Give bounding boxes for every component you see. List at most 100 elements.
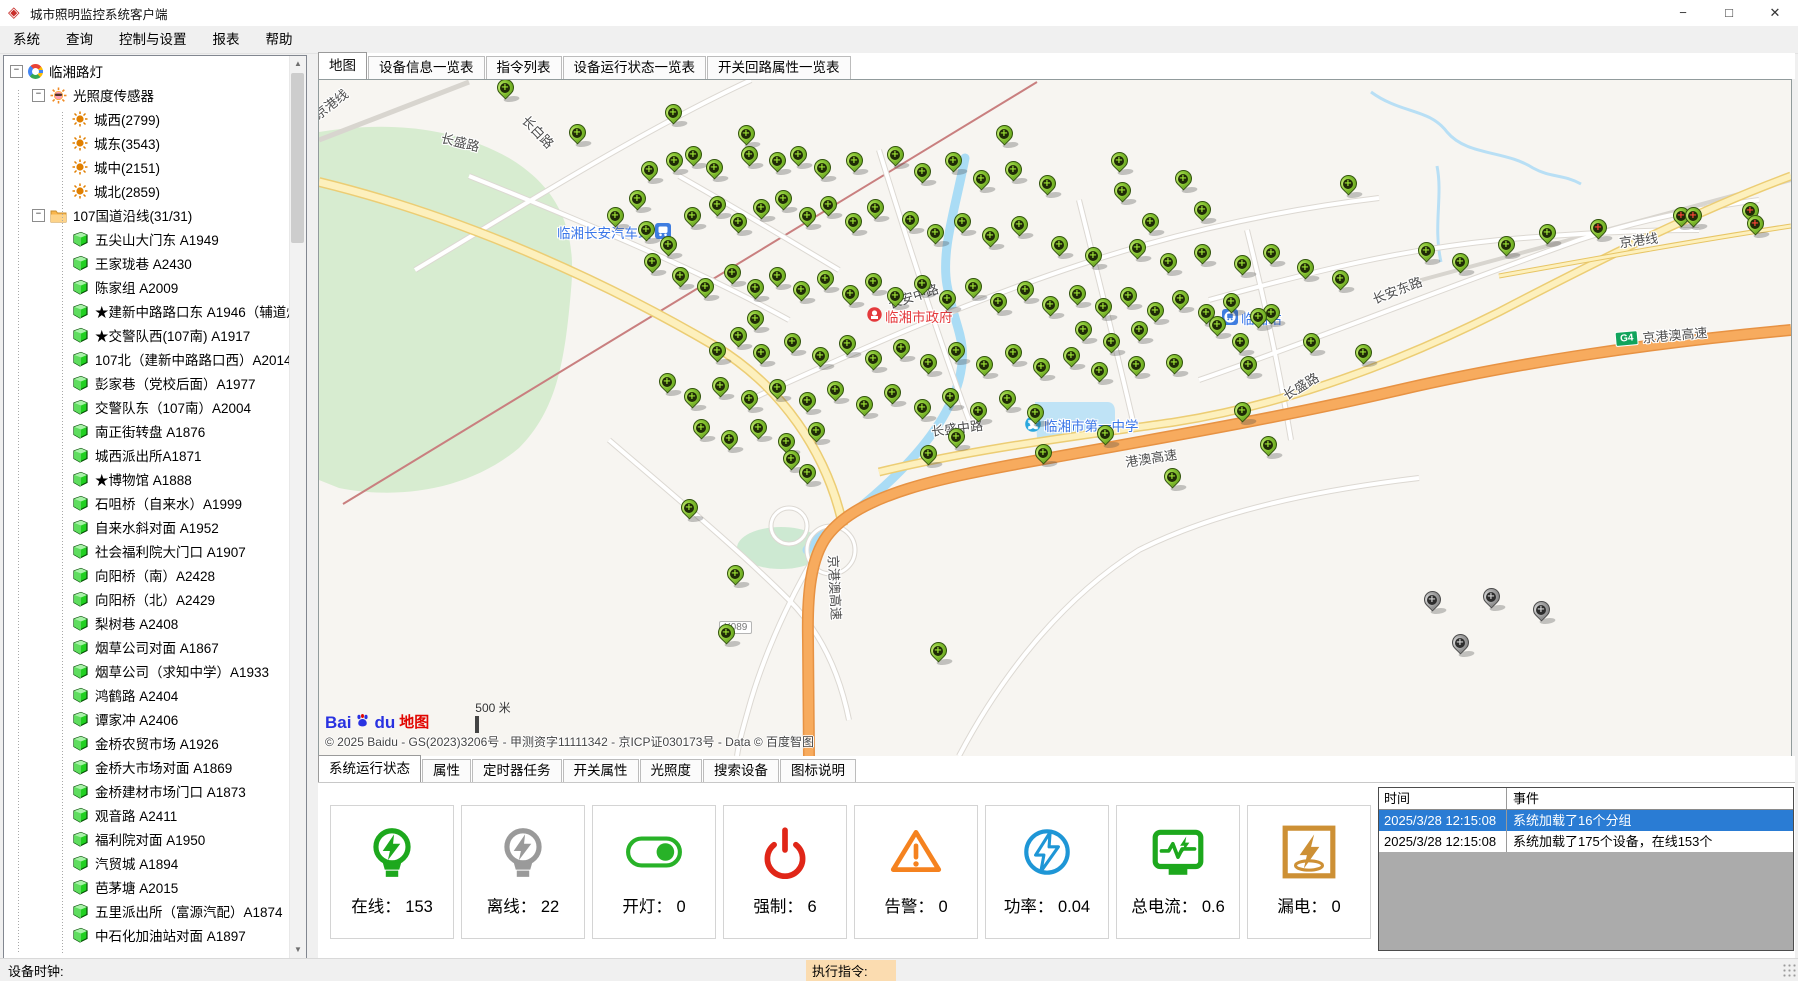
map-canvas[interactable]: 长盛路 长白路 京港线 长安中路 长安东路 长盛中路 长盛路 港澳高速 京港澳高… xyxy=(318,79,1792,757)
main-tab-1[interactable]: 设备信息一览表 xyxy=(368,56,485,79)
close-button[interactable]: ✕ xyxy=(1752,0,1798,26)
tree-leaf-0-2[interactable]: 城中(2151) xyxy=(4,155,290,179)
tree-leaf-1-26[interactable]: 汽贸城 A1894 xyxy=(4,851,290,875)
tree-leaf-1-12[interactable]: 自来水斜对面 A1952 xyxy=(4,515,290,539)
event-time: 2025/3/28 12:15:08 xyxy=(1379,810,1507,831)
tree-leaf-1-15[interactable]: 向阳桥（北）A2429 xyxy=(4,587,290,611)
marker-plus-icon: + xyxy=(973,406,983,416)
lamp-device-icon xyxy=(72,327,89,344)
tree-item-label: 向阳桥（南）A2428 xyxy=(95,565,215,585)
tree-leaf-1-14[interactable]: 向阳桥（南）A2428 xyxy=(4,563,290,587)
tree-leaf-1-21[interactable]: 金桥农贸市场 A1926 xyxy=(4,731,290,755)
scroll-up-arrow[interactable]: ▲ xyxy=(290,56,306,72)
tree-leaf-1-18[interactable]: 烟草公司（求知中学）A1933 xyxy=(4,659,290,683)
marker-plus-icon: + xyxy=(1306,337,1316,347)
tree-leaf-1-1[interactable]: 王家珑巷 A2430 xyxy=(4,251,290,275)
tree-leaf-1-0[interactable]: 五尖山大门东 A1949 xyxy=(4,227,290,251)
tree-leaf-1-7[interactable]: 交警队东（107南）A2004 xyxy=(4,395,290,419)
marker-plus-icon: + xyxy=(979,360,989,370)
main-tab-3[interactable]: 设备运行状态一览表 xyxy=(563,56,707,79)
tree-leaf-1-8[interactable]: 南正街转盘 A1876 xyxy=(4,419,290,443)
marker-plus-icon: + xyxy=(1486,592,1496,602)
tree-leaf-1-22[interactable]: 金桥大市场对面 A1869 xyxy=(4,755,290,779)
tree-leaf-1-17[interactable]: 烟草公司对面 A1867 xyxy=(4,635,290,659)
tree-root[interactable]: −临湘路灯 xyxy=(4,59,290,83)
tree-leaf-0-0[interactable]: 城西(2799) xyxy=(4,107,290,131)
event-log-col-time: 时间 xyxy=(1379,788,1507,809)
tree-leaf-1-10[interactable]: ★博物馆 A1888 xyxy=(4,467,290,491)
tree-leaf-1-9[interactable]: 城西派出所A1871 xyxy=(4,443,290,467)
bottom-tab-strip: 系统运行状态属性定时器任务开关属性光照度搜索设备图标说明 xyxy=(318,756,1795,782)
tree-leaf-0-3[interactable]: 城北(2859) xyxy=(4,179,290,203)
menu-item-2[interactable]: 控制与设置 xyxy=(106,26,200,53)
main-tab-2[interactable]: 指令列表 xyxy=(486,56,562,79)
main-tab-0[interactable]: 地图 xyxy=(318,52,367,79)
toggle-on-icon xyxy=(593,819,715,885)
bottom-tab-0[interactable]: 系统运行状态 xyxy=(318,755,421,782)
bottom-tab-6[interactable]: 图标说明 xyxy=(780,759,856,782)
scale-label: 500 米 xyxy=(475,699,510,716)
tree-group-1[interactable]: −107国道沿线(31/31) xyxy=(4,203,290,227)
tree-leaf-1-2[interactable]: 陈家组 A2009 xyxy=(4,275,290,299)
menu-item-1[interactable]: 查询 xyxy=(53,26,106,53)
main-tab-4[interactable]: 开关回路属性一览表 xyxy=(707,56,851,79)
event-log-table[interactable]: 时间事件2025/3/28 12:15:08系统加载了16个分组2025/3/2… xyxy=(1378,787,1794,951)
menu-item-4[interactable]: 帮助 xyxy=(253,26,306,53)
road-label-jinggangao-south: 京港澳高速 xyxy=(824,555,846,621)
tree-group-0[interactable]: −光照度传感器 xyxy=(4,83,290,107)
tree-scrollbar[interactable]: ▲ ▼ xyxy=(289,56,306,958)
menu-item-0[interactable]: 系统 xyxy=(0,26,53,53)
scroll-down-arrow[interactable]: ▼ xyxy=(290,942,306,958)
tree-leaf-1-16[interactable]: 梨树巷 A2408 xyxy=(4,611,290,635)
attribution-text: © 2025 Baidu - GS(2023)3206号 - 甲测资字11111… xyxy=(325,733,814,750)
tree-leaf-1-13[interactable]: 社会福利院大门口 A1907 xyxy=(4,539,290,563)
tree-leaf-1-28[interactable]: 五里派出所（富源汽配）A1874 xyxy=(4,899,290,923)
device-clock-label: 设备时钟: xyxy=(8,961,64,980)
bottom-tab-2[interactable]: 定时器任务 xyxy=(472,759,562,782)
menu-item-3[interactable]: 报表 xyxy=(200,26,253,53)
bottom-tab-4[interactable]: 光照度 xyxy=(640,759,703,782)
device-tree-panel: −临湘路灯−光照度传感器城西(2799)城东(3543)城中(2151)城北(2… xyxy=(3,55,307,959)
light-sensor-icon xyxy=(72,183,88,199)
tree-leaf-1-19[interactable]: 鸿鹤路 A2404 xyxy=(4,683,290,707)
event-log-header: 时间事件 xyxy=(1379,788,1793,810)
tree-expander[interactable]: − xyxy=(32,89,45,102)
tree-leaf-1-23[interactable]: 金桥建材市场门口 A1873 xyxy=(4,779,290,803)
marker-plus-icon: + xyxy=(700,282,710,292)
marker-plus-icon: + xyxy=(641,225,651,235)
marker-plus-icon: + xyxy=(1237,406,1247,416)
marker-plus-icon: + xyxy=(684,503,694,513)
tree-leaf-1-11[interactable]: 石咀桥（自来水）A1999 xyxy=(4,491,290,515)
tree-leaf-1-6[interactable]: 彭家巷（党校后面）A1977 xyxy=(4,371,290,395)
marker-plus-icon: + xyxy=(663,240,673,250)
tree-item-label: 城西派出所A1871 xyxy=(95,445,202,465)
event-log-row-1[interactable]: 2025/3/28 12:15:08系统加载了175个设备，在线153个 xyxy=(1379,831,1793,852)
marker-plus-icon: + xyxy=(905,215,915,225)
tree-leaf-1-20[interactable]: 谭家冲 A2406 xyxy=(4,707,290,731)
tree-leaf-1-29[interactable]: 中石化加油站对面 A1897 xyxy=(4,923,290,947)
tree-leaf-1-5[interactable]: 107北（建新中路路口西）A2014 xyxy=(4,347,290,371)
tree-item-label: 向阳桥（北）A2429 xyxy=(95,589,215,609)
tree-leaf-1-4[interactable]: ★交警队西(107南) A1917 xyxy=(4,323,290,347)
tree-expander[interactable]: − xyxy=(32,209,45,222)
tree-item-label: 烟草公司对面 A1867 xyxy=(95,637,219,657)
tree-leaf-1-25[interactable]: 福利院对面 A1950 xyxy=(4,827,290,851)
bottom-tab-5[interactable]: 搜索设备 xyxy=(703,759,779,782)
device-tree: −临湘路灯−光照度传感器城西(2799)城东(3543)城中(2151)城北(2… xyxy=(4,56,290,958)
bottom-tab-1[interactable]: 属性 xyxy=(422,759,471,782)
tree-item-label: 彭家巷（党校后面）A1977 xyxy=(95,373,256,393)
maximize-button[interactable]: □ xyxy=(1706,0,1752,26)
tree-leaf-1-24[interactable]: 观音路 A2411 xyxy=(4,803,290,827)
tree-leaf-1-3[interactable]: ★建新中路路口东 A1946（辅道灯） xyxy=(4,299,290,323)
scroll-thumb[interactable] xyxy=(291,73,304,243)
resize-grip[interactable] xyxy=(1782,963,1796,977)
marker-plus-icon: + xyxy=(727,268,737,278)
minimize-button[interactable]: − xyxy=(1660,0,1706,26)
tree-leaf-0-1[interactable]: 城东(3543) xyxy=(4,131,290,155)
event-log-row-0[interactable]: 2025/3/28 12:15:08系统加载了16个分组 xyxy=(1379,810,1793,831)
map-scale: 500 米 xyxy=(475,699,510,731)
tree-item-label: 陈家组 A2009 xyxy=(95,277,178,297)
tree-expander[interactable]: − xyxy=(10,65,23,78)
bottom-tab-3[interactable]: 开关属性 xyxy=(563,759,639,782)
tree-leaf-1-27[interactable]: 芭茅塘 A2015 xyxy=(4,875,290,899)
